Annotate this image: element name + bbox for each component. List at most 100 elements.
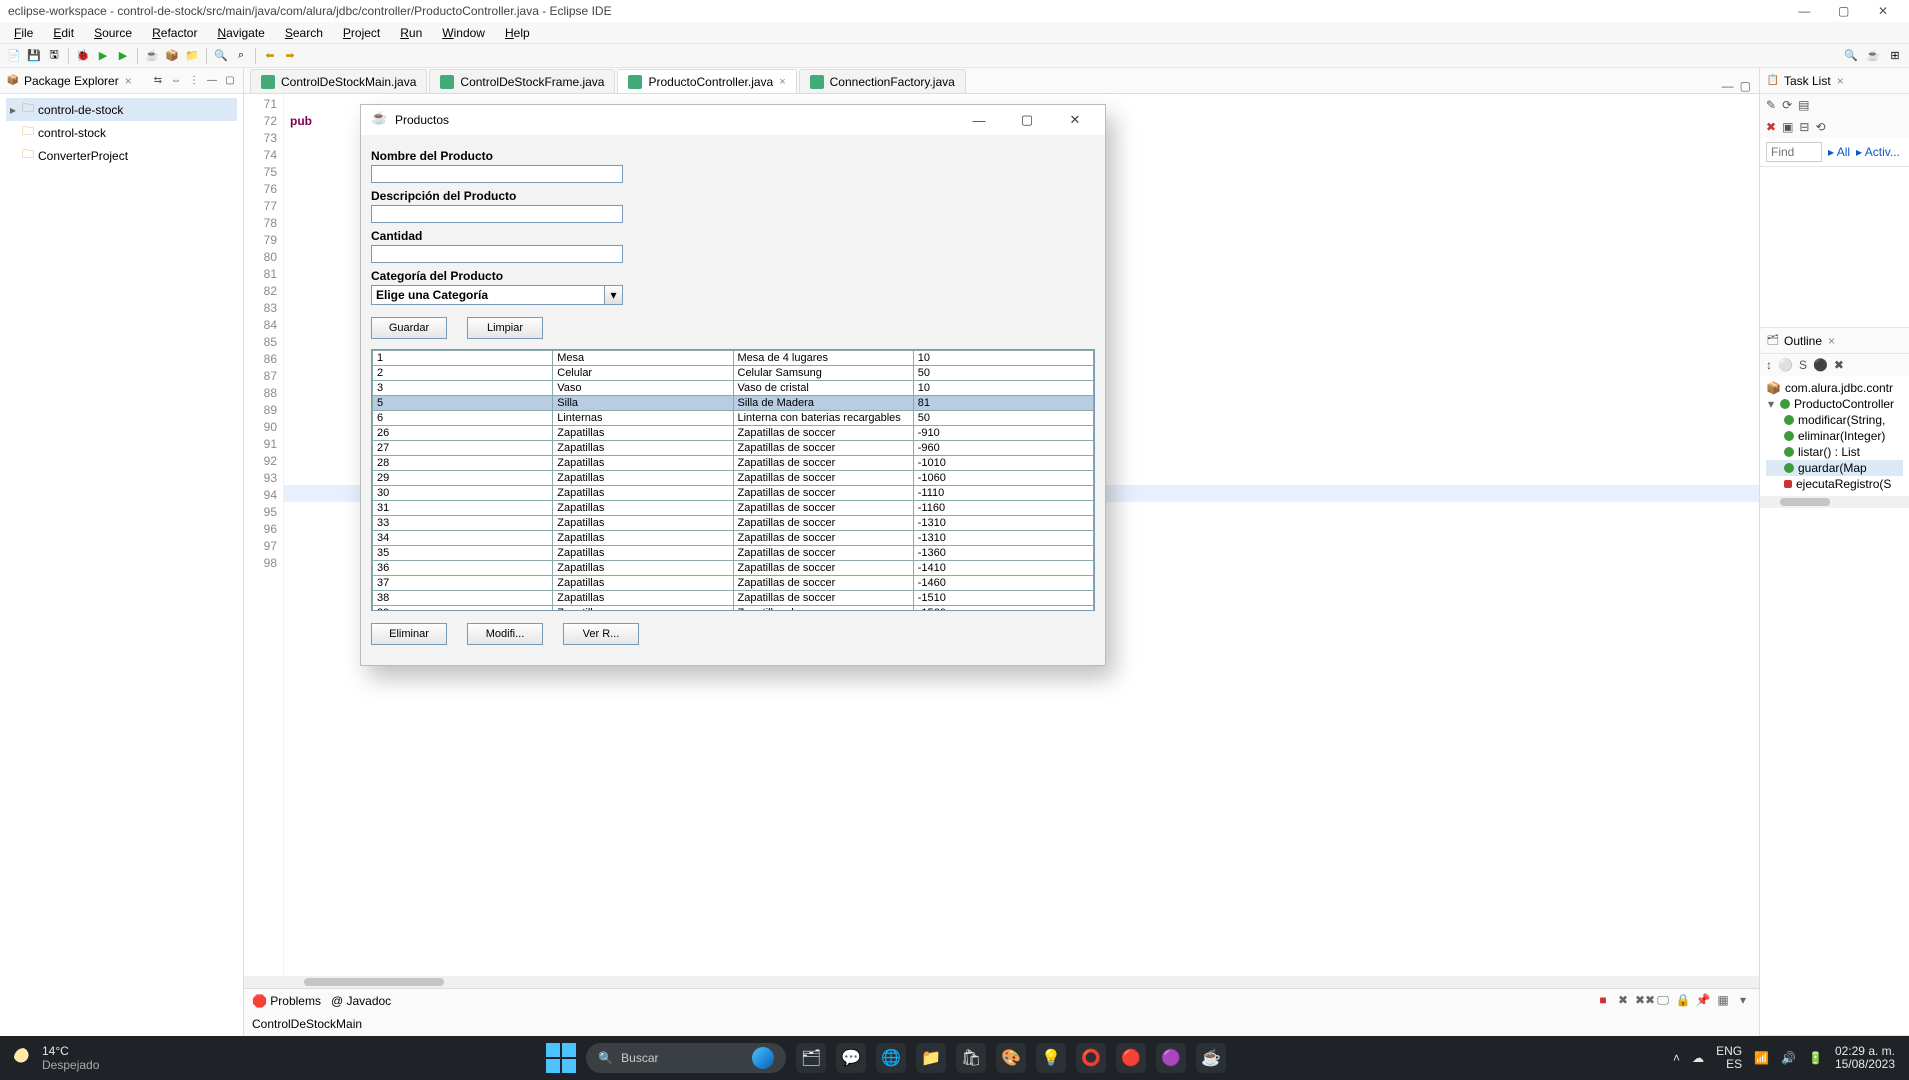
dialog-close-icon[interactable]: ✕ xyxy=(1055,112,1095,128)
menu-window[interactable]: Window xyxy=(434,24,493,42)
terminate-icon[interactable]: ■ xyxy=(1595,993,1611,1008)
collapse-icon[interactable]: ⊟ xyxy=(1799,120,1809,134)
menu-navigate[interactable]: Navigate xyxy=(209,24,272,42)
language-indicator[interactable]: ENGES xyxy=(1716,1045,1742,1071)
project-item[interactable]: 🗀ConverterProject xyxy=(6,144,237,167)
quick-access-icon[interactable]: 🔍 xyxy=(1843,48,1859,64)
close-icon[interactable]: × xyxy=(1837,74,1844,88)
menu-help[interactable]: Help xyxy=(497,24,538,42)
eclipse-icon[interactable]: 🟣 xyxy=(1156,1043,1186,1073)
new-task-icon[interactable]: ✎ xyxy=(1766,98,1776,112)
table-row[interactable]: 29ZapatillasZapatillas de soccer-1060 xyxy=(373,471,1094,486)
open-console-icon[interactable]: ▦ xyxy=(1715,993,1731,1008)
minimize-view-icon[interactable]: — xyxy=(205,74,219,88)
table-row[interactable]: 28ZapatillasZapatillas de soccer-1010 xyxy=(373,456,1094,471)
outline-method[interactable]: ejecutaRegistro(S xyxy=(1766,476,1903,492)
battery-icon[interactable]: 🔋 xyxy=(1808,1051,1823,1065)
table-row[interactable]: 33ZapatillasZapatillas de soccer-1310 xyxy=(373,516,1094,531)
input-qty[interactable] xyxy=(371,245,623,263)
paint-icon[interactable]: 🎨 xyxy=(996,1043,1026,1073)
new-java-icon[interactable]: ☕ xyxy=(144,48,160,64)
javadoc-tab[interactable]: @ Javadoc xyxy=(331,994,391,1008)
find-tasks-input[interactable] xyxy=(1766,142,1822,162)
synchronize-icon[interactable]: ⟲ xyxy=(1815,120,1825,134)
clock[interactable]: 02:29 a. m.15/08/2023 xyxy=(1835,1045,1895,1071)
display-console-icon[interactable]: 🖵 xyxy=(1655,993,1671,1008)
edge-icon[interactable]: 🌐 xyxy=(876,1043,906,1073)
close-icon[interactable]: × xyxy=(779,76,785,88)
explorer-icon[interactable]: 📁 xyxy=(916,1043,946,1073)
remove-terminated-icon[interactable]: ✖ xyxy=(1615,993,1631,1008)
presentation-icon[interactable]: ▣ xyxy=(1782,120,1793,134)
table-row[interactable]: 39ZapatillasZapatillas de soccer-1560 xyxy=(373,606,1094,612)
table-row[interactable]: 2CelularCelular Samsung50 xyxy=(373,366,1094,381)
refresh-icon[interactable]: ⟳ xyxy=(1782,98,1792,112)
sort-icon[interactable]: ↕ xyxy=(1766,358,1772,372)
delete-button[interactable]: Eliminar xyxy=(371,623,447,645)
modify-button[interactable]: Modifi... xyxy=(467,623,543,645)
tasklist-all-link[interactable]: ▸ All xyxy=(1828,145,1850,159)
run-icon[interactable]: ▶ xyxy=(95,48,111,64)
dialog-maximize-icon[interactable]: ▢ xyxy=(1007,112,1047,128)
chevron-down-icon[interactable]: ▾ xyxy=(604,286,622,304)
back-icon[interactable]: ⬅ xyxy=(262,48,278,64)
forward-icon[interactable]: ➡ xyxy=(282,48,298,64)
table-row[interactable]: 34ZapatillasZapatillas de soccer-1310 xyxy=(373,531,1094,546)
project-item[interactable]: 🗀control-stock xyxy=(6,121,237,144)
save-button[interactable]: Guardar xyxy=(371,317,447,339)
hide-fields-icon[interactable]: ⚪ xyxy=(1778,358,1793,372)
maximize-icon[interactable]: ▢ xyxy=(1826,4,1862,18)
minimize-editor-icon[interactable]: — xyxy=(1722,79,1734,93)
taskbar-search[interactable]: 🔍 Buscar xyxy=(586,1043,786,1073)
save-all-icon[interactable]: 🖫 xyxy=(46,48,62,64)
start-button[interactable] xyxy=(546,1043,576,1073)
outline-method[interactable]: eliminar(Integer) xyxy=(1766,428,1903,444)
input-desc[interactable] xyxy=(371,205,623,223)
new-class-icon[interactable]: 📦 xyxy=(164,48,180,64)
hide-non-public-icon[interactable]: ⚫ xyxy=(1813,358,1828,372)
problems-tab[interactable]: 🛑 Problems xyxy=(252,994,321,1008)
pin-console-icon[interactable]: 📌 xyxy=(1695,993,1711,1008)
search-icon[interactable]: 🔍 xyxy=(213,48,229,64)
view-menu-icon[interactable]: ⋮ xyxy=(187,74,201,88)
wifi-icon[interactable]: 📶 xyxy=(1754,1051,1769,1065)
clear-button[interactable]: Limpiar xyxy=(467,317,543,339)
menu-refactor[interactable]: Refactor xyxy=(144,24,205,42)
open-type-icon[interactable]: ⌕ xyxy=(233,48,249,64)
table-row[interactable]: 36ZapatillasZapatillas de soccer-1410 xyxy=(373,561,1094,576)
table-row[interactable]: 35ZapatillasZapatillas de soccer-1360 xyxy=(373,546,1094,561)
horizontal-scrollbar[interactable] xyxy=(244,976,1759,988)
editor-tab[interactable]: ControlDeStockMain.java xyxy=(250,69,427,93)
volume-icon[interactable]: 🔊 xyxy=(1781,1051,1796,1065)
input-name[interactable] xyxy=(371,165,623,183)
chat-icon[interactable]: 💬 xyxy=(836,1043,866,1073)
table-row[interactable]: 31ZapatillasZapatillas de soccer-1160 xyxy=(373,501,1094,516)
hide-static-icon[interactable]: S xyxy=(1799,358,1807,372)
debug-icon[interactable]: 🐞 xyxy=(75,48,91,64)
table-row[interactable]: 6LinternasLinterna con baterias recargab… xyxy=(373,411,1094,426)
hide-local-icon[interactable]: ✖ xyxy=(1834,358,1844,372)
table-row[interactable]: 3VasoVaso de cristal10 xyxy=(373,381,1094,396)
dialog-minimize-icon[interactable]: — xyxy=(959,113,999,128)
close-icon[interactable]: × xyxy=(125,74,132,88)
outline-method[interactable]: guardar(Map xyxy=(1766,460,1903,476)
table-row[interactable]: 27ZapatillasZapatillas de soccer-960 xyxy=(373,441,1094,456)
focus-icon[interactable]: ✖ xyxy=(1766,120,1776,134)
outline-scrollbar[interactable] xyxy=(1760,496,1909,508)
products-table[interactable]: 1MesaMesa de 4 lugares102CelularCelular … xyxy=(371,349,1095,611)
menu-run[interactable]: Run xyxy=(392,24,430,42)
menu-project[interactable]: Project xyxy=(335,24,388,42)
perspective-open-icon[interactable]: ⊞ xyxy=(1887,48,1903,64)
menu-file[interactable]: File xyxy=(6,24,41,42)
taskview-icon[interactable]: 🗂 xyxy=(796,1043,826,1073)
java-app-icon[interactable]: ☕ xyxy=(1196,1043,1226,1073)
editor-tab[interactable]: ConnectionFactory.java xyxy=(799,69,966,93)
remove-all-icon[interactable]: ✖✖ xyxy=(1635,993,1651,1008)
menu-search[interactable]: Search xyxy=(277,24,331,42)
onedrive-icon[interactable]: ☁ xyxy=(1692,1051,1704,1065)
new-icon[interactable]: 📄 xyxy=(6,48,22,64)
project-item[interactable]: ▸🗀control-de-stock xyxy=(6,98,237,121)
close-icon[interactable]: ✕ xyxy=(1865,4,1901,18)
outline-method[interactable]: modificar(String, xyxy=(1766,412,1903,428)
perspective-java-icon[interactable]: ☕ xyxy=(1865,48,1881,64)
